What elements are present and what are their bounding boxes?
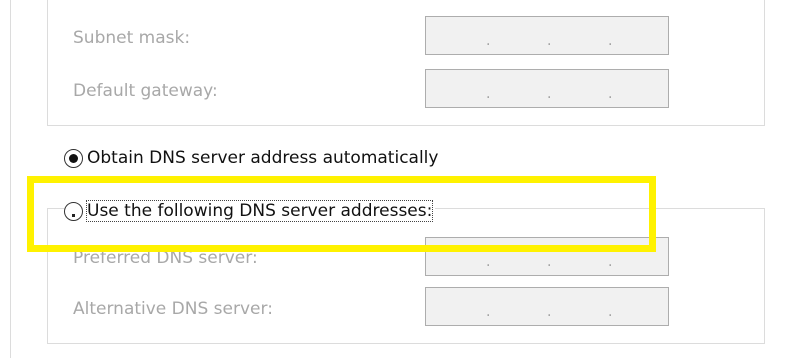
octet-separator: .: [547, 86, 552, 102]
octet-separator: .: [608, 254, 613, 270]
octet-separator: .: [608, 304, 613, 320]
octet-separator: .: [547, 254, 552, 270]
octet-separator: .: [486, 304, 491, 320]
obtain-dns-auto-label: Obtain DNS server address automatically: [87, 148, 439, 168]
use-following-dns-label: Use the following DNS server addresses:: [85, 200, 434, 222]
octet-separator: .: [547, 304, 552, 320]
default-gateway-label: Default gateway:: [73, 81, 218, 101]
radio-selected-icon[interactable]: [64, 148, 83, 168]
preferred-dns-field[interactable]: . . .: [425, 237, 669, 276]
radio-unselected-icon[interactable]: [64, 201, 83, 221]
default-gateway-field[interactable]: . . .: [425, 69, 669, 108]
octet-separator: .: [486, 33, 491, 49]
alternative-dns-label: Alternative DNS server:: [73, 299, 273, 319]
octet-separator: .: [486, 254, 491, 270]
subnet-mask-field[interactable]: . . .: [425, 16, 669, 55]
octet-separator: .: [486, 86, 491, 102]
subnet-mask-label: Subnet mask:: [73, 28, 191, 48]
use-following-dns-radio[interactable]: Use the following DNS server addresses:: [64, 200, 436, 222]
preferred-dns-label: Preferred DNS server:: [73, 248, 258, 268]
octet-separator: .: [608, 33, 613, 49]
panel-left-border: [10, 0, 11, 358]
alternative-dns-field[interactable]: . . .: [425, 287, 669, 326]
obtain-dns-auto-radio[interactable]: Obtain DNS server address automatically: [64, 148, 438, 168]
tcpip-properties-panel: Subnet mask: . . . Default gateway: . . …: [0, 0, 787, 358]
octet-separator: .: [547, 33, 552, 49]
octet-separator: .: [608, 86, 613, 102]
